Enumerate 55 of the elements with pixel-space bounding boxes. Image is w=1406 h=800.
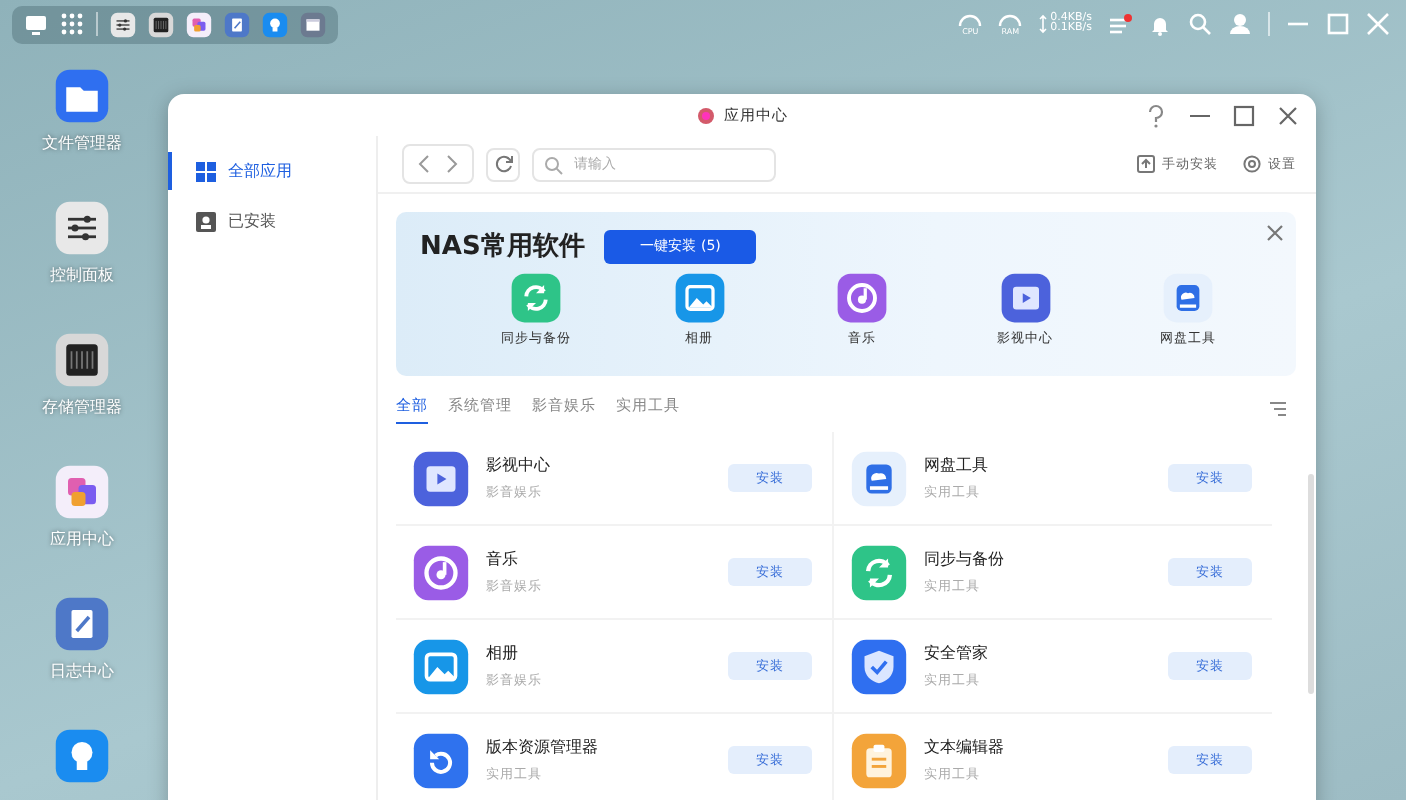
search-icon	[544, 155, 564, 175]
restore-icon	[412, 731, 470, 789]
folder-icon[interactable]	[54, 68, 110, 124]
app-name: 安全管家	[924, 642, 990, 664]
app-name: 音乐	[486, 548, 520, 570]
app-name: 文本编辑器	[924, 736, 1006, 758]
maximize-icon[interactable]	[1232, 104, 1256, 128]
sidebar-item[interactable]: 全部应用	[168, 152, 376, 190]
notepad-icon[interactable]	[54, 596, 110, 652]
down-arrow-icon	[1038, 24, 1049, 35]
back-icon[interactable]	[416, 154, 432, 174]
help-icon[interactable]	[1144, 104, 1168, 128]
list-icon[interactable]	[1108, 12, 1132, 36]
shield-icon	[850, 637, 908, 695]
app-name: 相册	[486, 642, 520, 664]
scrollbar[interactable]	[1308, 474, 1314, 694]
sort-icon[interactable]	[1270, 399, 1288, 417]
app-name: 版本资源管理器	[486, 736, 600, 758]
forward-icon[interactable]	[444, 154, 460, 174]
clipboard-icon	[850, 731, 908, 789]
sliders-icon[interactable]	[54, 200, 110, 256]
refresh-icon	[493, 154, 513, 174]
person-card-icon	[196, 211, 216, 231]
upload-icon	[1136, 154, 1156, 174]
window-icon[interactable]	[300, 11, 326, 37]
sync-icon	[850, 543, 908, 601]
up-arrow-icon	[1038, 13, 1049, 24]
image-icon	[673, 272, 725, 324]
refresh-button[interactable]	[486, 147, 520, 181]
close-icon[interactable]	[1276, 104, 1300, 128]
play-icon	[999, 272, 1051, 324]
app-name: 网盘工具	[924, 454, 990, 476]
monitor-icon[interactable]	[24, 12, 48, 36]
sync-icon	[510, 272, 562, 324]
chip-icon[interactable]	[148, 11, 174, 37]
image-icon	[412, 637, 470, 695]
grid-icon	[196, 161, 216, 181]
close-icon[interactable]	[1266, 224, 1284, 242]
cloud-drive-icon	[850, 449, 908, 507]
puzzle-icon[interactable]	[54, 464, 110, 520]
banner-title: NAS常用软件	[420, 230, 585, 264]
app-name: 影视中心	[486, 454, 552, 476]
settings-icon	[1242, 154, 1262, 174]
cloud-drive-icon	[1162, 272, 1214, 324]
chip-icon[interactable]	[54, 332, 110, 388]
play-icon	[412, 449, 470, 507]
app-name: 同步与备份	[924, 548, 1006, 570]
lightbulb-icon[interactable]	[262, 11, 288, 37]
grid-icon[interactable]	[60, 12, 84, 36]
notepad-icon[interactable]	[224, 11, 250, 37]
puzzle-icon[interactable]	[186, 11, 212, 37]
sliders-icon[interactable]	[110, 11, 136, 37]
sidebar-item[interactable]: 已安装	[168, 202, 376, 240]
app-logo-icon	[696, 105, 716, 125]
lightbulb-icon[interactable]	[54, 728, 110, 784]
